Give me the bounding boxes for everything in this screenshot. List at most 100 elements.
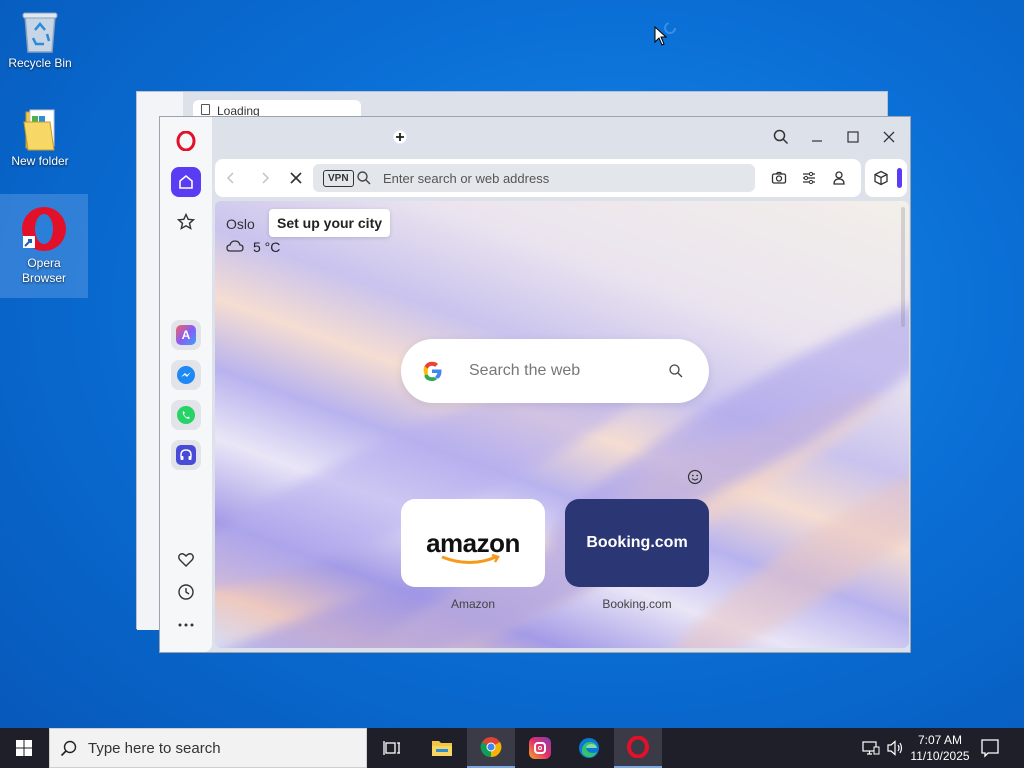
address-toolbar: VPN Enter search or web address bbox=[215, 159, 861, 197]
desktop-icon-label: New folder bbox=[11, 154, 69, 168]
notification-center-button[interactable] bbox=[980, 738, 1000, 763]
sidebar-messenger-button[interactable] bbox=[171, 360, 201, 390]
folder-icon bbox=[23, 109, 55, 151]
task-view-button[interactable] bbox=[368, 728, 416, 768]
volume-icon[interactable] bbox=[886, 740, 904, 761]
easy-setup-button[interactable] bbox=[801, 170, 817, 186]
weather-temperature: 5 °C bbox=[253, 239, 281, 255]
minimize-button[interactable] bbox=[805, 125, 829, 149]
sidebar-aria-button[interactable]: A bbox=[171, 320, 201, 350]
google-logo-icon bbox=[423, 361, 442, 381]
plus-icon bbox=[393, 130, 407, 144]
loading-indicator bbox=[897, 168, 902, 188]
opera-browser-window[interactable]: A VPN Enter search or web address Oslo S… bbox=[159, 116, 911, 653]
opera-logo-icon bbox=[627, 736, 649, 758]
instagram-icon bbox=[529, 737, 551, 759]
sidebar-my-flow-button[interactable] bbox=[171, 545, 201, 575]
search-icon bbox=[669, 364, 683, 378]
close-icon bbox=[290, 172, 302, 184]
cloudy-weather-icon bbox=[226, 240, 244, 252]
maximize-button[interactable] bbox=[841, 125, 865, 149]
clock-date: 11/10/2025 bbox=[910, 749, 970, 763]
settings-sliders-icon bbox=[803, 171, 815, 185]
opera-sidebar: A bbox=[160, 117, 212, 652]
back-button[interactable] bbox=[223, 170, 239, 186]
profile-button[interactable] bbox=[831, 170, 847, 186]
amazon-logo: amazon bbox=[426, 528, 520, 564]
busy-cursor-icon bbox=[654, 20, 678, 53]
windows-logo-icon bbox=[16, 740, 32, 756]
taskbar-instagram[interactable] bbox=[516, 728, 564, 768]
address-field[interactable]: VPN Enter search or web address bbox=[313, 164, 755, 192]
task-view-icon bbox=[383, 741, 400, 755]
desktop-icon-new-folder[interactable]: New folder bbox=[0, 108, 80, 178]
opera-logo-icon bbox=[176, 130, 196, 152]
camera-icon bbox=[771, 171, 787, 184]
close-icon bbox=[883, 131, 895, 143]
tab-search-button[interactable] bbox=[769, 125, 793, 149]
extensions-area bbox=[865, 159, 907, 197]
close-window-button[interactable] bbox=[877, 125, 901, 149]
clock-icon bbox=[178, 584, 194, 600]
speed-dial-amazon[interactable]: amazon bbox=[401, 499, 545, 587]
desktop-icon-opera[interactable]: Opera Browser bbox=[0, 194, 88, 298]
user-icon bbox=[833, 171, 845, 185]
search-icon bbox=[60, 740, 77, 757]
sidebar-whatsapp-button[interactable] bbox=[171, 400, 201, 430]
sidebar-home-button[interactable] bbox=[171, 167, 201, 197]
speed-dial-label: Amazon bbox=[450, 597, 496, 611]
new-tab-button[interactable] bbox=[388, 125, 412, 149]
recycle-bin-icon bbox=[22, 12, 58, 53]
search-icon bbox=[773, 129, 789, 145]
start-button[interactable] bbox=[0, 728, 48, 768]
headphones-icon bbox=[176, 445, 196, 465]
weather-city[interactable]: Oslo bbox=[226, 216, 255, 232]
minimize-icon bbox=[812, 140, 822, 142]
scrollbar[interactable] bbox=[901, 207, 905, 327]
desktop-icon-recycle-bin[interactable]: Recycle Bin bbox=[0, 8, 80, 78]
edge-icon bbox=[579, 738, 599, 758]
maximize-icon bbox=[847, 131, 859, 143]
speed-dial-booking[interactable]: Booking.com bbox=[565, 499, 709, 587]
notification-icon bbox=[981, 739, 999, 758]
more-dots-icon bbox=[178, 623, 194, 627]
start-page: Oslo Set up your city 5 °C Search the we… bbox=[215, 201, 909, 648]
cube-icon bbox=[874, 170, 888, 186]
aria-icon: A bbox=[176, 325, 196, 345]
home-icon bbox=[179, 174, 193, 189]
chevron-right-icon bbox=[262, 172, 270, 184]
taskbar: Type here to search 7:07 AM 11/10/2025 bbox=[0, 728, 1024, 768]
taskbar-chrome[interactable] bbox=[467, 728, 515, 768]
opera-menu-button[interactable] bbox=[176, 130, 196, 152]
messenger-icon bbox=[177, 366, 195, 384]
heart-icon bbox=[178, 553, 194, 567]
chrome-icon bbox=[480, 737, 502, 758]
web-search-box[interactable]: Search the web bbox=[401, 339, 709, 403]
stop-loading-button[interactable] bbox=[288, 170, 304, 186]
setup-city-tooltip[interactable]: Set up your city bbox=[269, 209, 391, 237]
taskbar-search-box[interactable]: Type here to search bbox=[49, 728, 367, 768]
search-icon bbox=[357, 171, 371, 185]
speed-dial-label: Booking.com bbox=[602, 597, 672, 611]
forward-button[interactable] bbox=[257, 170, 273, 186]
sidebar-music-player-button[interactable] bbox=[171, 440, 201, 470]
taskbar-file-explorer[interactable] bbox=[418, 728, 466, 768]
desktop-icon-label: Opera Browser bbox=[21, 256, 66, 285]
network-icon[interactable] bbox=[862, 740, 880, 761]
clock[interactable]: 7:07 AM 11/10/2025 bbox=[906, 732, 974, 764]
extensions-button[interactable] bbox=[873, 170, 889, 186]
sidebar-bookmarks-button[interactable] bbox=[171, 207, 201, 237]
address-placeholder: Enter search or web address bbox=[383, 171, 550, 186]
sidebar-more-button[interactable] bbox=[171, 610, 201, 640]
vpn-badge[interactable]: VPN bbox=[323, 170, 354, 187]
document-icon bbox=[201, 104, 210, 115]
desktop-icon-label: Recycle Bin bbox=[8, 56, 72, 70]
taskbar-edge[interactable] bbox=[565, 728, 613, 768]
smiley-icon[interactable] bbox=[687, 469, 703, 485]
sidebar-history-button[interactable] bbox=[171, 577, 201, 607]
taskbar-opera[interactable] bbox=[614, 728, 662, 768]
chevron-left-icon bbox=[226, 172, 234, 184]
star-icon bbox=[177, 213, 195, 230]
snapshot-button[interactable] bbox=[771, 170, 787, 186]
booking-logo: Booking.com bbox=[586, 534, 688, 551]
